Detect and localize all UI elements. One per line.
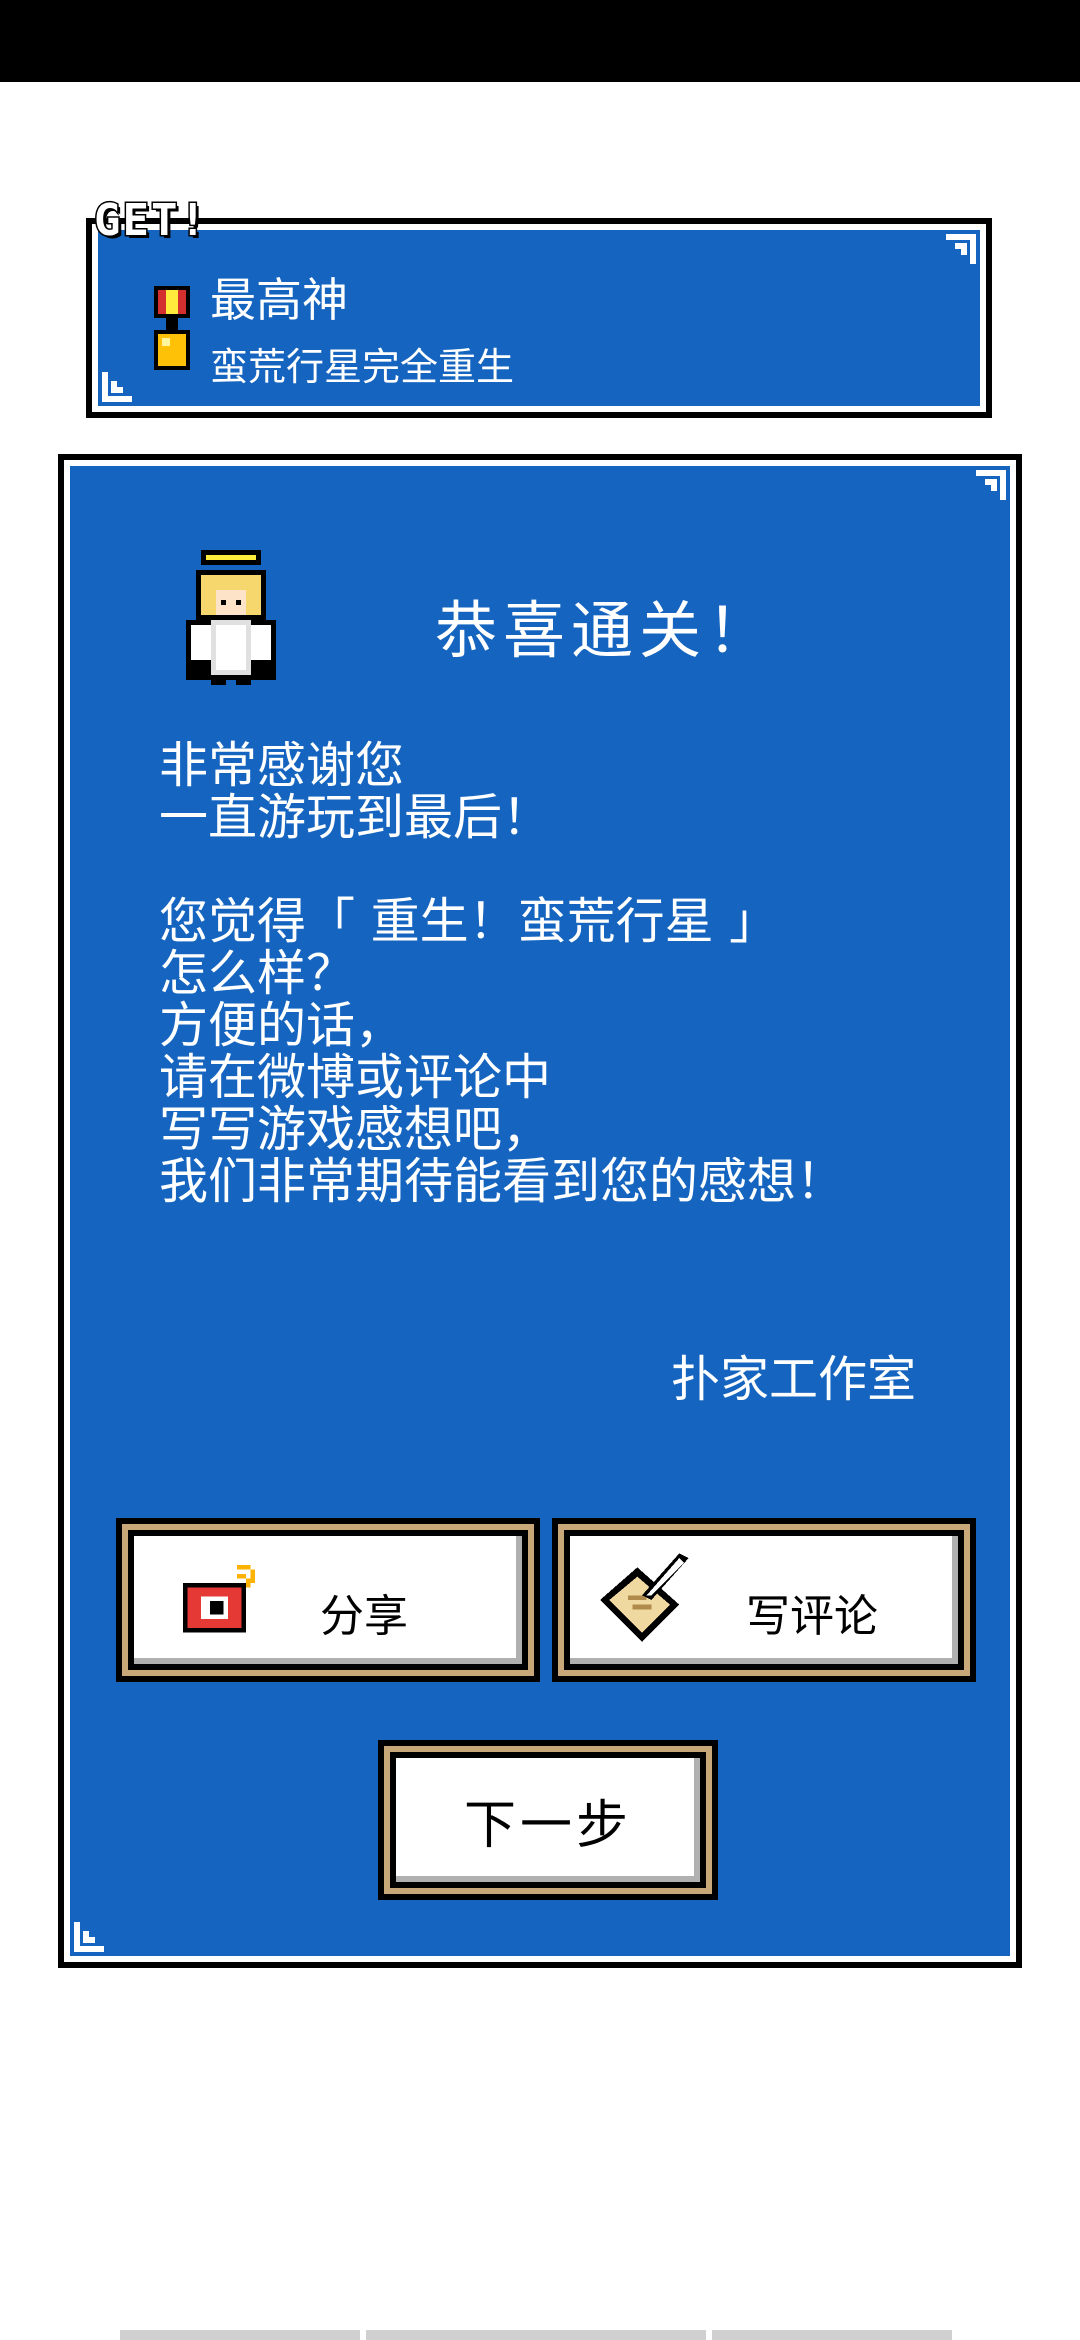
corner-decoration [102, 372, 132, 402]
write-review-button[interactable]: 写评论 [564, 1530, 964, 1670]
studio-signature: 扑家工作室 [670, 1351, 916, 1408]
nav-segment [712, 2330, 952, 2340]
corner-decoration [74, 1922, 104, 1952]
achievement-banner: 最高神 蛮荒行星完全重生 [86, 218, 992, 418]
corner-decoration [976, 470, 1006, 500]
nav-segment [120, 2330, 360, 2340]
weibo-icon [183, 1565, 255, 1633]
corner-decoration [946, 234, 976, 264]
achievement-description: 蛮荒行星完全重生 [210, 345, 515, 389]
achievement-title: 最高神 [210, 273, 348, 327]
share-label: 分享 [320, 1591, 408, 1642]
write-review-label: 写评论 [746, 1591, 878, 1642]
next-step-label: 下一步 [463, 1795, 632, 1856]
status-bar [0, 0, 1080, 82]
share-button[interactable]: 分享 [128, 1530, 528, 1670]
thank-you-message: 非常感谢您 一直游玩到最后！ 您觉得「 重生！蛮荒行星 」 怎么样？ 方便的话，… [159, 740, 959, 1208]
quill-paper-icon [600, 1553, 689, 1642]
message-paragraph: 您觉得「 重生！蛮荒行星 」 怎么样？ 方便的话， 请在微博或评论中 写写游戏感… [159, 893, 846, 1210]
completion-dialog: 恭喜通关！ 非常感谢您 一直游玩到最后！ 您觉得「 重生！蛮荒行星 」 怎么样？… [58, 454, 1022, 1968]
navigation-bar [120, 2330, 960, 2340]
message-paragraph: 非常感谢您 一直游玩到最后！ [159, 737, 552, 846]
medal-icon [154, 286, 190, 370]
dialog-title: 恭喜通关！ [434, 594, 775, 667]
next-step-button[interactable]: 下一步 [390, 1752, 706, 1888]
get-badge: GET! [93, 193, 208, 247]
nav-segment [366, 2330, 706, 2340]
